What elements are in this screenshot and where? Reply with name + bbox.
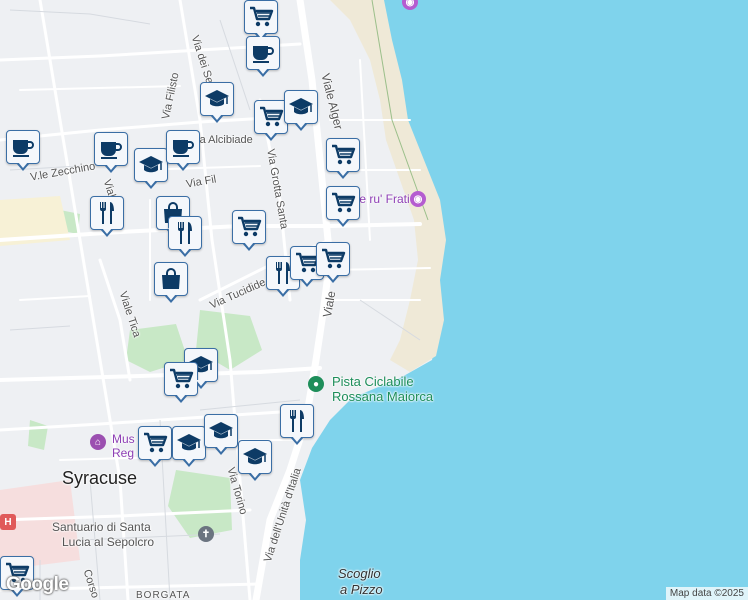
shopping-cart-icon: [258, 104, 284, 130]
map-marker[interactable]: [204, 414, 238, 455]
park-pin-icon[interactable]: ●: [308, 376, 324, 392]
map-marker[interactable]: [280, 404, 314, 445]
district-label: BORGATA: [136, 590, 191, 600]
church-icon[interactable]: ✝: [198, 526, 214, 542]
map-marker[interactable]: [246, 36, 280, 77]
hospital-icon[interactable]: H: [0, 514, 16, 530]
map-marker[interactable]: [90, 196, 124, 237]
shopping-cart-icon: [168, 366, 194, 392]
sanctuary-label-line1[interactable]: Santuario di Santa: [52, 520, 151, 534]
bike-path-label-line2[interactable]: Rossana Maiorca: [332, 389, 433, 404]
graduation-cap-icon: [288, 94, 314, 120]
graduation-cap-icon: [176, 430, 202, 456]
rock-label-line1: Scoglio: [338, 566, 381, 581]
shopping-cart-icon: [320, 246, 346, 272]
city-label: Syracuse: [62, 468, 138, 488]
map-marker[interactable]: [154, 262, 188, 303]
coffee-cup-icon: [10, 134, 36, 160]
map-marker[interactable]: [232, 210, 266, 251]
graduation-cap-icon: [208, 418, 234, 444]
museum-label-line2[interactable]: Reg: [112, 446, 134, 460]
graduation-cap-icon: [242, 444, 268, 470]
fork-knife-icon: [94, 200, 120, 226]
sanctuary-label-line2[interactable]: Lucia al Sepolcro: [62, 535, 154, 549]
map-marker[interactable]: [94, 132, 128, 173]
map-marker[interactable]: [6, 130, 40, 171]
shopping-cart-icon: [330, 190, 356, 216]
shopping-cart-icon: [248, 4, 274, 30]
map-marker[interactable]: [164, 362, 198, 403]
map[interactable]: Via dei Se Viale Alger Via Filisto Via A…: [0, 0, 748, 600]
bike-path-label-line1[interactable]: Pista Ciclabile: [332, 374, 414, 389]
graduation-cap-icon: [204, 86, 230, 112]
map-marker[interactable]: [166, 130, 200, 171]
map-marker[interactable]: [172, 426, 206, 467]
coffee-cup-icon: [98, 136, 124, 162]
map-marker[interactable]: [284, 90, 318, 131]
park-area: [28, 420, 48, 450]
map-marker[interactable]: [138, 426, 172, 467]
map-marker[interactable]: [316, 242, 350, 283]
map-marker[interactable]: [326, 138, 360, 179]
map-marker[interactable]: [200, 82, 234, 123]
map-base: [0, 0, 748, 600]
coffee-cup-icon: [250, 40, 276, 66]
museum-label-line1[interactable]: Mus: [112, 432, 135, 446]
coffee-cup-icon: [170, 134, 196, 160]
map-marker[interactable]: [254, 100, 288, 141]
fork-knife-icon: [284, 408, 310, 434]
shopping-cart-icon: [330, 142, 356, 168]
shopping-cart-icon: [236, 214, 262, 240]
map-marker[interactable]: [244, 0, 278, 41]
rock-label-line2: a Pizzo: [340, 582, 383, 597]
shopping-bag-icon: [158, 266, 184, 292]
museum-icon[interactable]: ⌂: [90, 434, 106, 450]
shopping-cart-icon: [142, 430, 168, 456]
camera-icon[interactable]: ◉: [410, 191, 426, 207]
map-marker[interactable]: [238, 440, 272, 481]
graduation-cap-icon: [138, 152, 164, 178]
map-attribution[interactable]: Map data ©2025: [665, 587, 748, 600]
map-marker[interactable]: [134, 148, 168, 189]
map-marker[interactable]: [326, 186, 360, 227]
